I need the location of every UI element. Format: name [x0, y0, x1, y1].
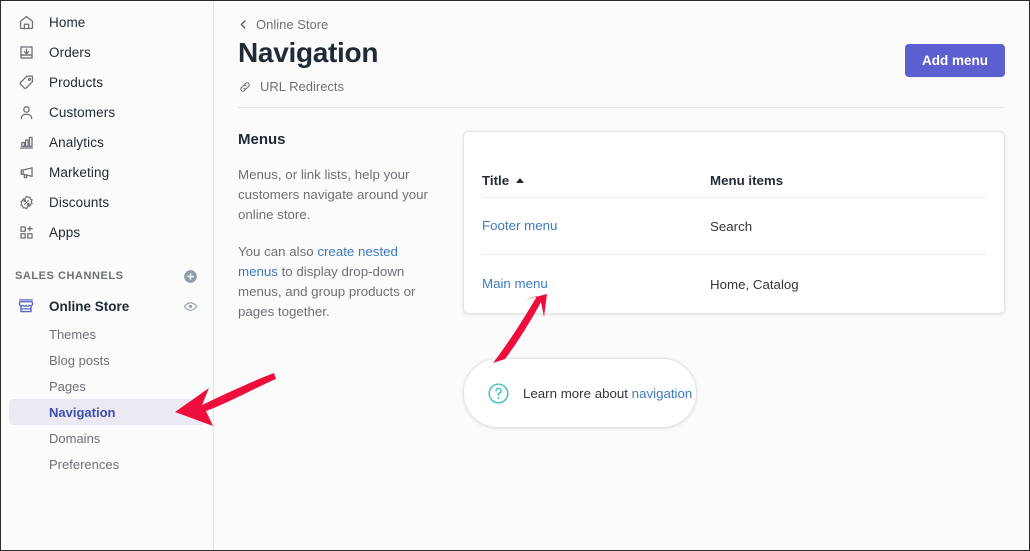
table-row[interactable]: Footer menu Search	[482, 198, 986, 255]
person-icon	[15, 101, 37, 123]
eye-icon[interactable]	[181, 297, 199, 315]
plus-circle-icon[interactable]	[181, 267, 199, 285]
page-header-row: Navigation URL Redirects Add menu	[238, 36, 1005, 94]
sidebar-item-blog-posts[interactable]: Blog posts	[9, 347, 205, 373]
sub-item-label: Themes	[49, 326, 96, 342]
menus-table-card: Title Menu items Footer menu Search Main…	[463, 131, 1005, 314]
learn-more-prefix: Learn more about	[523, 385, 632, 401]
storefront-icon	[15, 295, 37, 317]
row-title-cell: Main menu	[482, 275, 710, 293]
sidebar-item-label: Home	[49, 14, 86, 30]
sub-item-label: Navigation	[49, 404, 116, 420]
column-header-menu-items-label: Menu items	[710, 173, 784, 188]
sidebar-item-label: Customers	[49, 104, 116, 120]
row-items-cell: Search	[710, 218, 753, 234]
learn-more-card[interactable]: Learn more about navigation	[463, 358, 697, 428]
paragraph-2-prefix: You can also	[238, 244, 318, 259]
caret-up-icon	[516, 178, 525, 183]
sidebar-item-domains[interactable]: Domains	[9, 425, 205, 451]
row-title-cell: Footer menu	[482, 217, 710, 235]
column-header-title-label: Title	[482, 173, 510, 188]
bar-chart-icon	[15, 131, 37, 153]
sub-item-label: Pages	[49, 378, 86, 394]
table-row[interactable]: Main menu Home, Catalog	[482, 255, 986, 313]
menus-heading: Menus	[238, 131, 286, 148]
menus-paragraph-2: You can also create nested menus to disp…	[238, 242, 433, 322]
breadcrumb[interactable]: Online Store	[238, 17, 328, 32]
sidebar-item-label: Discounts	[49, 194, 110, 210]
menus-paragraph-1: Menus, or link lists, help your customer…	[238, 167, 428, 222]
shopify-admin-window: Home Orders Products Customers Analytics…	[0, 0, 1030, 551]
sub-item-label: Preferences	[49, 456, 120, 472]
add-menu-button[interactable]: Add menu	[905, 44, 1005, 77]
sidebar: Home Orders Products Customers Analytics…	[1, 1, 214, 550]
percent-badge-icon	[15, 191, 37, 213]
question-circle-icon	[486, 381, 510, 405]
column-header-title[interactable]: Title	[482, 173, 710, 188]
apps-grid-plus-icon	[15, 221, 37, 243]
megaphone-icon	[15, 161, 37, 183]
row-items-cell: Home, Catalog	[710, 276, 799, 292]
sidebar-item-label: Products	[49, 74, 104, 90]
tag-icon	[15, 71, 37, 93]
sidebar-item-label: Marketing	[49, 164, 110, 180]
breadcrumb-label: Online Store	[256, 17, 329, 32]
navigation-link[interactable]: navigation	[632, 386, 693, 401]
header-divider	[238, 107, 1005, 108]
channel-label: Online Store	[49, 298, 130, 314]
sidebar-channel-online-store[interactable]: Online Store	[9, 291, 205, 321]
sidebar-item-analytics[interactable]: Analytics	[9, 127, 205, 157]
menus-info-panel: Menus Menus, or link lists, help your cu…	[238, 131, 463, 428]
column-header-menu-items: Menu items	[710, 173, 783, 188]
menu-title-link[interactable]: Main menu	[482, 276, 548, 291]
page-title: Navigation	[238, 37, 379, 68]
sales-channels-header: SALES CHANNELS	[9, 263, 205, 289]
sidebar-item-label: Orders	[49, 44, 91, 60]
table-header-row: Title Menu items	[482, 132, 986, 198]
chevron-left-icon	[238, 19, 249, 30]
sidebar-item-pages[interactable]: Pages	[9, 373, 205, 399]
sidebar-item-preferences[interactable]: Preferences	[9, 451, 205, 477]
url-redirects-label: URL Redirects	[260, 79, 345, 94]
sidebar-item-apps[interactable]: Apps	[9, 217, 205, 247]
sidebar-item-products[interactable]: Products	[9, 67, 205, 97]
sidebar-item-customers[interactable]: Customers	[9, 97, 205, 127]
home-icon	[15, 11, 37, 33]
sales-channels-label: SALES CHANNELS	[15, 270, 124, 282]
sidebar-item-navigation[interactable]: Navigation	[9, 399, 205, 425]
sub-item-label: Domains	[49, 430, 101, 446]
orders-inbox-icon	[15, 41, 37, 63]
sidebar-item-themes[interactable]: Themes	[9, 321, 205, 347]
link-chain-icon	[238, 80, 252, 94]
sidebar-item-home[interactable]: Home	[9, 7, 205, 37]
menus-table-column: Title Menu items Footer menu Search Main…	[463, 131, 1005, 428]
url-redirects-link[interactable]: URL Redirects	[238, 79, 344, 94]
learn-more-text: Learn more about navigation	[523, 386, 692, 401]
content-row: Menus Menus, or link lists, help your cu…	[238, 131, 1005, 428]
sidebar-item-orders[interactable]: Orders	[9, 37, 205, 67]
sidebar-item-label: Apps	[49, 224, 81, 240]
menu-title-link[interactable]: Footer menu	[482, 218, 557, 233]
main-content: Online Store Navigation URL Redirects Ad…	[214, 1, 1029, 550]
sidebar-item-discounts[interactable]: Discounts	[9, 187, 205, 217]
sidebar-item-marketing[interactable]: Marketing	[9, 157, 205, 187]
sub-item-label: Blog posts	[49, 352, 110, 368]
sidebar-item-label: Analytics	[49, 134, 104, 150]
